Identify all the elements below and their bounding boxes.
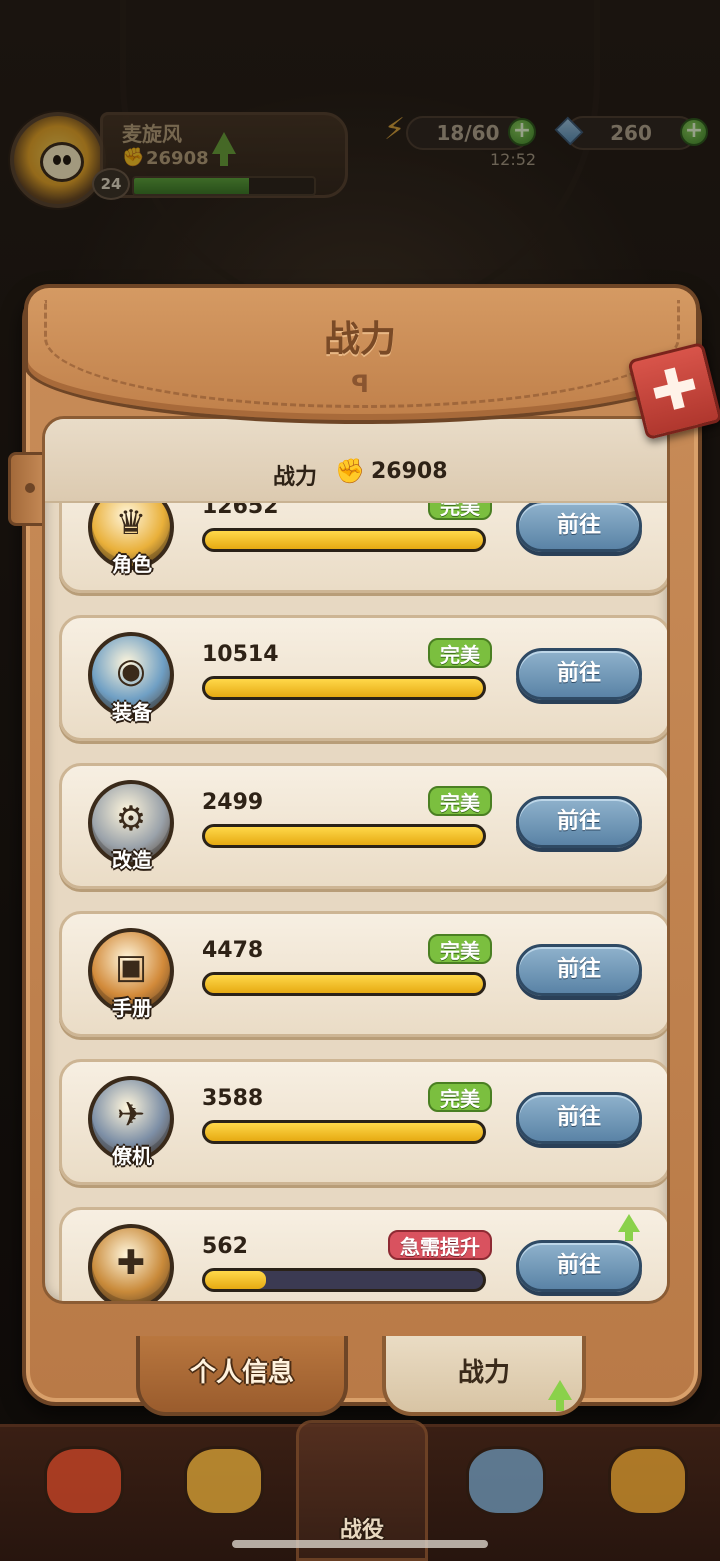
power-source-value: 12652 xyxy=(202,503,279,519)
status-badge: 急需提升 xyxy=(388,1230,492,1260)
total-power-label: 战力 xyxy=(273,465,318,490)
progress-bar-fill xyxy=(205,531,483,549)
handbook-icon xyxy=(608,1446,688,1516)
goto-button[interactable]: 前往 xyxy=(516,796,642,848)
goto-button[interactable]: 前往 xyxy=(516,648,642,700)
power-source-row: ⚙ 改造 2499 完美 前往 xyxy=(59,763,667,889)
progress-bar-fill xyxy=(205,1271,267,1289)
power-source-row: ✈ 僚机 3588 完美 前往 xyxy=(59,1059,667,1185)
power-source-label: 手册 xyxy=(112,996,152,1020)
power-source-list[interactable]: ♛ 角色 12652 完美 前往 ◉ 装备 10514 完美 前往 ⚙ 改造 2… xyxy=(45,503,667,1301)
power-source-label: 僚机 xyxy=(112,1144,152,1168)
upgrade-arrow-icon xyxy=(618,1214,640,1241)
goto-button[interactable]: 前往 xyxy=(516,1092,642,1144)
total-power-header: 战力 ✊ 26908 xyxy=(45,419,667,503)
power-source-value: 2499 xyxy=(202,790,264,815)
power-source-value: 10514 xyxy=(202,642,279,667)
logo-emblem-icon: ꟼ xyxy=(351,370,369,398)
panel-title: 战力 xyxy=(323,319,396,360)
progress-bar-fill xyxy=(205,679,483,697)
power-source-label: 改造 xyxy=(112,848,152,872)
equipment-icon xyxy=(466,1446,546,1516)
status-badge: 完美 xyxy=(428,934,492,964)
home-indicator xyxy=(232,1540,488,1548)
progress-bar xyxy=(202,1268,486,1292)
power-source-glyph-icon: ◉ xyxy=(116,651,146,691)
power-source-row: ▣ 手册 4478 完美 前往 xyxy=(59,911,667,1037)
status-badge: 完美 xyxy=(428,786,492,816)
progress-bar-fill xyxy=(205,827,483,845)
power-source-label: 装备 xyxy=(112,700,152,724)
upgrade-arrow-icon xyxy=(548,1380,572,1411)
progress-bar xyxy=(202,824,486,848)
power-source-glyph-icon: ⚙ xyxy=(115,799,147,839)
power-source-value: 562 xyxy=(202,1234,248,1259)
status-badge: 完美 xyxy=(428,638,492,668)
progress-bar xyxy=(202,1120,486,1144)
goto-button[interactable]: 前往 xyxy=(516,1240,642,1292)
power-source-glyph-icon: ✚ xyxy=(116,1243,146,1283)
treasure-icon xyxy=(44,1446,124,1516)
nav-item-1[interactable] xyxy=(24,1436,144,1536)
progress-bar-fill xyxy=(205,1123,483,1141)
power-source-value: 3588 xyxy=(202,1086,264,1111)
total-power-value: 26908 xyxy=(371,459,448,484)
power-source-row: ✚ 562 急需提升 前往 xyxy=(59,1207,667,1301)
progress-bar xyxy=(202,972,486,996)
power-source-label: 角色 xyxy=(112,552,152,576)
power-source-row: ♛ 角色 12652 完美 前往 xyxy=(59,503,667,593)
status-badge: 完美 xyxy=(428,1082,492,1112)
goto-button[interactable]: 前往 xyxy=(516,944,642,996)
power-source-glyph-icon: ▣ xyxy=(114,947,148,987)
power-source-glyph-icon: ✈ xyxy=(116,1095,146,1135)
progress-bar-fill xyxy=(205,975,483,993)
close-icon: ✚ xyxy=(644,353,706,428)
power-source-icon: ✚ xyxy=(88,1224,174,1301)
power-source-list-track: ♛ 角色 12652 完美 前往 ◉ 装备 10514 完美 前往 ⚙ 改造 2… xyxy=(45,503,667,1301)
power-source-value: 4478 xyxy=(202,938,264,963)
tab-personal-info[interactable]: 个人信息 xyxy=(136,1336,348,1416)
power-source-glyph-icon: ♛ xyxy=(115,503,147,543)
power-source-row: ◉ 装备 10514 完美 前往 xyxy=(59,615,667,741)
fist-icon: ✊ xyxy=(335,457,365,485)
power-panel-content: 战力 ✊ 26908 ♛ 角色 12652 完美 前往 ◉ 装备 10514 完… xyxy=(42,416,670,1304)
goto-button[interactable]: 前往 xyxy=(516,503,642,552)
nav-item-2[interactable] xyxy=(164,1436,284,1536)
status-badge: 完美 xyxy=(428,503,492,520)
nav-item-4[interactable] xyxy=(446,1436,566,1536)
progress-bar xyxy=(202,676,486,700)
progress-bar xyxy=(202,528,486,552)
character-icon xyxy=(184,1446,264,1516)
nav-item-5[interactable] xyxy=(588,1436,708,1536)
